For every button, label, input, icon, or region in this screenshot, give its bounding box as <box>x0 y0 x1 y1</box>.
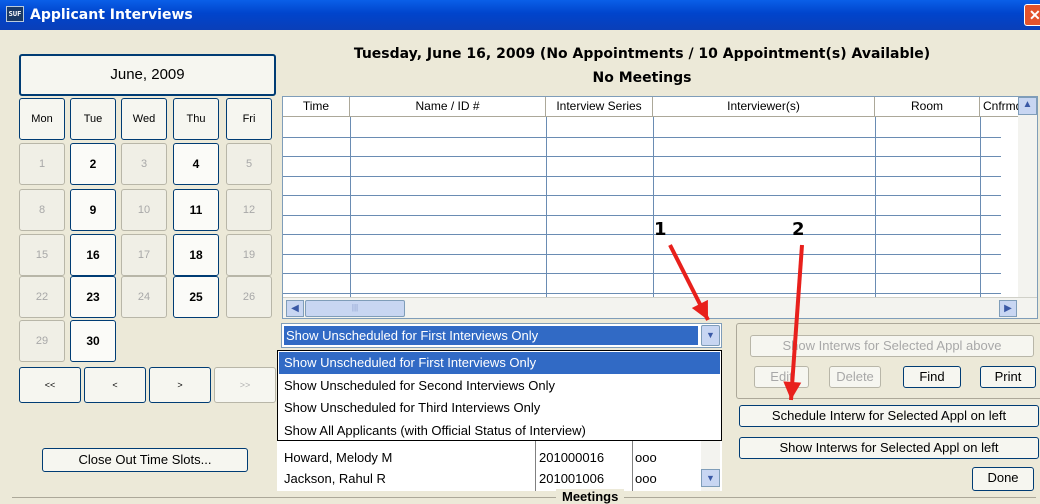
applicant-interviews-window: SUF Applicant Interviews ✕ June, 2009 Mo… <box>0 0 1040 504</box>
arrow-shaft <box>789 244 804 401</box>
annotation-2: 2 <box>792 219 805 240</box>
annotation-arrows <box>668 244 804 401</box>
annotation-1: 1 <box>654 219 667 240</box>
arrow-head <box>783 381 802 400</box>
